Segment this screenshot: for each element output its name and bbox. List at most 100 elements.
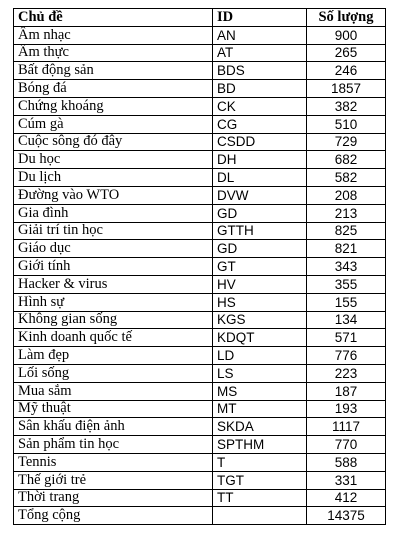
cell-id: BDS — [212, 61, 307, 81]
table-row: Hình sự HS 155 — [13, 292, 386, 312]
table-row: Bóng đá BD 1857 — [13, 79, 386, 98]
table-row: Kinh doanh quốc tế KDQT 571 — [13, 328, 386, 348]
cell-count: 571 — [306, 328, 386, 348]
cell-id: TT — [212, 488, 307, 508]
table-row: Hacker & virus HV 355 — [13, 274, 386, 294]
header-id: ID — [212, 8, 307, 27]
cell-id: CSDD — [212, 132, 307, 152]
table-row: Cuộc sông đó đây CSDD 729 — [13, 132, 386, 152]
cell-id: CK — [212, 96, 307, 116]
cell-id: GTTH — [212, 221, 307, 241]
topic-count-table: Chủ đề ID Số lượng Âm nhạc AN 900 Ẩm thực AT… — [13, 8, 386, 526]
cell-topic: Làm đẹp — [13, 346, 213, 365]
cell-topic: Đường vào WTO — [13, 185, 213, 205]
table-row: Du học DH 682 — [13, 150, 386, 170]
table-row: Không gian sống KGS 134 — [13, 310, 386, 330]
cell-id: HS — [212, 292, 307, 312]
table-row: Giáo dục GD 821 — [13, 239, 386, 259]
cell-count: 821 — [306, 239, 386, 259]
cell-count: 187 — [306, 381, 386, 401]
cell-id: GT — [212, 257, 307, 276]
header-topic: Chủ đề — [13, 8, 213, 27]
cell-id: CG — [212, 114, 307, 134]
cell-topic: Du lịch — [13, 168, 213, 187]
cell-count: 382 — [306, 96, 386, 116]
cell-id: MS — [212, 381, 307, 401]
cell-topic: Sản phẩm tin học — [13, 435, 213, 454]
cell-id: T — [212, 452, 307, 472]
cell-count: 246 — [306, 61, 386, 81]
table-row: Đường vào WTO DVW 208 — [13, 185, 386, 205]
table-row: Thời trang TT 412 — [13, 488, 386, 508]
cell-topic: Kinh doanh quốc tế — [13, 328, 213, 348]
cell-id: SKDA — [212, 417, 307, 437]
cell-count: 331 — [306, 470, 386, 490]
cell-count: 355 — [306, 274, 386, 294]
cell-count: 770 — [306, 435, 386, 454]
cell-count: 223 — [306, 363, 386, 383]
cell-count: 265 — [306, 43, 386, 63]
cell-id: AT — [212, 43, 307, 63]
cell-id: DL — [212, 168, 307, 187]
table-row: Cúm gà CG 510 — [13, 114, 386, 134]
cell-count: 729 — [306, 132, 386, 152]
cell-id — [212, 506, 307, 526]
cell-id: DH — [212, 150, 307, 170]
cell-topic: Cúm gà — [13, 114, 213, 134]
cell-count: 412 — [306, 488, 386, 508]
table-row: Sân khấu điện ảnh SKDA 1117 — [13, 417, 386, 437]
cell-topic: Hình sự — [13, 292, 213, 312]
cell-topic: Bất động sản — [13, 61, 213, 81]
cell-topic: Âm nhạc — [13, 25, 213, 45]
cell-id: MT — [212, 399, 307, 419]
cell-count: 1857 — [306, 79, 386, 98]
table-row: Mỹ thuật MT 193 — [13, 399, 386, 419]
cell-topic: Chứng khoáng — [13, 96, 213, 116]
table-row: Giải trí tin học GTTH 825 — [13, 221, 386, 241]
cell-id: GD — [212, 239, 307, 259]
cell-topic: Thế giới trẻ — [13, 470, 213, 490]
cell-id: LS — [212, 363, 307, 383]
cell-count: 682 — [306, 150, 386, 170]
cell-id: SPTHM — [212, 435, 307, 454]
cell-id: TGT — [212, 470, 307, 490]
cell-topic: Du học — [13, 150, 213, 170]
cell-count: 588 — [306, 452, 386, 472]
cell-id: HV — [212, 274, 307, 294]
table-row: Bất động sản BDS 246 — [13, 61, 386, 81]
cell-count: 213 — [306, 203, 386, 223]
cell-topic: Thời trang — [13, 488, 213, 508]
cell-topic: Bóng đá — [13, 79, 213, 98]
cell-id: LD — [212, 346, 307, 365]
cell-count: 343 — [306, 257, 386, 276]
cell-count: 134 — [306, 310, 386, 330]
cell-topic: Mua sắm — [13, 381, 213, 401]
table-row: Du lịch DL 582 — [13, 168, 386, 187]
cell-id: AN — [212, 25, 307, 45]
table-row: Âm nhạc AN 900 — [13, 25, 386, 45]
cell-topic: Ẩm thực — [13, 43, 213, 63]
cell-id: KGS — [212, 310, 307, 330]
table-row: Gia đình GD 213 — [13, 203, 386, 223]
table-row: Chứng khoáng CK 382 — [13, 96, 386, 116]
cell-count: 776 — [306, 346, 386, 365]
cell-count: 510 — [306, 114, 386, 134]
cell-id: KDQT — [212, 328, 307, 348]
table-row: Lối sống LS 223 — [13, 363, 386, 383]
cell-id: GD — [212, 203, 307, 223]
cell-topic: Lối sống — [13, 363, 213, 383]
cell-topic: Cuộc sông đó đây — [13, 132, 213, 152]
table-row: Thế giới trẻ TGT 331 — [13, 470, 386, 490]
table-header-row: Chủ đề ID Số lượng — [13, 8, 386, 27]
cell-count: 155 — [306, 292, 386, 312]
cell-topic: Tổng cộng — [13, 506, 213, 526]
cell-topic: Giáo dục — [13, 239, 213, 259]
cell-topic: Mỹ thuật — [13, 399, 213, 419]
cell-topic: Không gian sống — [13, 310, 213, 330]
cell-count: 900 — [306, 25, 386, 45]
cell-topic: Giải trí tin học — [13, 221, 213, 241]
table-body: Âm nhạc AN 900 Ẩm thực AT 265 Bất động sản BDS 2… — [13, 25, 386, 526]
cell-topic: Sân khấu điện ảnh — [13, 417, 213, 437]
table-row: Ẩm thực AT 265 — [13, 43, 386, 63]
cell-count: 582 — [306, 168, 386, 187]
